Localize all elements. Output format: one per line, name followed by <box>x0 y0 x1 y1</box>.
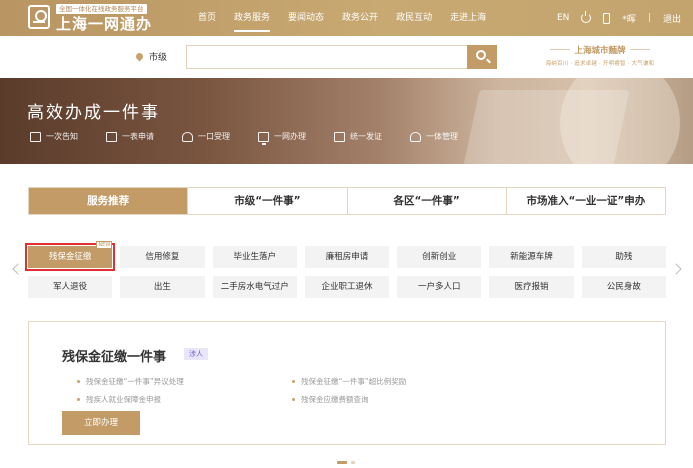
step-apply: 一表申请 <box>106 131 154 142</box>
bullet-icon <box>292 380 295 383</box>
brand-subtitle: 海纳百川 · 追求卓越 · 开明睿智 · 大气谦和 <box>545 61 655 67</box>
step-label: 统一发证 <box>350 132 382 141</box>
step-accept: 一口受理 <box>182 131 230 142</box>
service-item[interactable]: 企业职工退休 <box>304 276 390 298</box>
service-item[interactable]: 助残 <box>581 246 666 268</box>
service-item[interactable]: 毕业生落户 <box>212 246 297 268</box>
next-arrow-icon[interactable] <box>670 263 682 275</box>
header-tools: EN *晖 | 退出 <box>545 0 681 36</box>
logout-link[interactable]: 退出 <box>663 12 681 25</box>
service-item[interactable]: 残保金征缴 NEW <box>24 241 116 271</box>
detail-title: 残保金征缴一件事 <box>62 350 167 365</box>
bullet-icon <box>292 398 295 401</box>
service-item[interactable]: 创新创业 <box>397 246 482 268</box>
detail-tag: 涉人 <box>184 348 208 360</box>
related-link-label: 残疾人就业保障金申报 <box>86 395 161 404</box>
service-item[interactable]: 公民身故 <box>581 276 666 298</box>
mobile-icon[interactable] <box>603 12 611 24</box>
city-brand: 上海城市麵牌 海纳百川 · 追求卓越 · 开明睿智 · 大气谦和 <box>530 44 670 67</box>
step-issue: 统一发证 <box>334 131 382 142</box>
hero-banner: 高效办成一件事 一次告知 一表申请 一口受理 一网办理 统一发证 一体管理 <box>0 78 693 164</box>
service-items-grid: 残保金征缴 NEW 信用修复 毕业生落户 廉租房申请 创新创业 新能源车牌 助残 … <box>24 241 666 298</box>
search-icon <box>476 50 486 60</box>
service-item[interactable]: 信用修复 <box>120 246 205 268</box>
form-icon <box>106 131 117 142</box>
tab-district-level[interactable]: 各区“一件事” <box>346 188 506 214</box>
nav-home[interactable]: 首页 <box>189 0 225 36</box>
service-item[interactable]: 二手房水电气过户 <box>212 276 297 298</box>
related-link[interactable]: 残保金征缴“一件事”异议处理 <box>77 376 292 387</box>
nav-news[interactable]: 要闻动态 <box>279 0 333 36</box>
monitor-icon <box>258 131 269 145</box>
service-tabs: 服务推荐 市级“一件事” 各区“一件事” 市场准入“一业一证”申办 <box>28 187 666 215</box>
platform-tag: 全国一体化在线政务服务平台 <box>56 4 147 14</box>
manage-icon <box>410 131 421 142</box>
language-switch[interactable]: EN <box>557 13 569 23</box>
user-name[interactable]: *晖 <box>622 12 636 25</box>
brand-title: 上海城市麵牌 <box>530 44 670 56</box>
location-selector[interactable]: 市级 <box>134 50 168 63</box>
top-nav-bar: 全国一体化在线政务服务平台 上海一网通办 首页 政务服务 要闻动态 政务公开 政… <box>0 0 693 36</box>
accessibility-icon[interactable] <box>581 11 592 23</box>
nav-about-shanghai[interactable]: 走进上海 <box>441 0 495 36</box>
search-bar: 市级 上海城市麵牌 海纳百川 · 追求卓越 · 开明睿智 · 大气谦和 <box>0 36 693 78</box>
nav-interaction[interactable]: 政民互动 <box>387 0 441 36</box>
prev-arrow-icon[interactable] <box>12 263 24 275</box>
user-icon <box>182 131 193 142</box>
banner-photo-laptop <box>460 90 630 164</box>
location-label: 市级 <box>149 53 168 63</box>
bullet-icon <box>77 398 80 401</box>
related-link[interactable]: 残保金征缴“一件事”超比例奖励 <box>292 376 507 387</box>
bullet-icon <box>77 380 80 383</box>
process-steps: 一次告知 一表申请 一口受理 一网办理 统一发证 一体管理 <box>30 131 486 145</box>
main-nav: 首页 政务服务 要闻动态 政务公开 政民互动 走进上海 <box>189 0 495 36</box>
page: 全国一体化在线政务服务平台 上海一网通办 首页 政务服务 要闻动态 政务公开 政… <box>0 0 693 468</box>
step-label: 一次告知 <box>46 132 78 141</box>
related-links: 残保金征缴“一件事”异议处理 残保金征缴“一件事”超比例奖励 残疾人就业保障金申… <box>77 376 537 405</box>
apply-now-button[interactable]: 立即办理 <box>62 411 140 435</box>
nav-public-affairs[interactable]: 政务公开 <box>333 0 387 36</box>
pager-dot[interactable] <box>351 461 355 464</box>
site-title[interactable]: 上海一网通办 <box>56 15 152 33</box>
service-item[interactable]: 军人退役 <box>28 276 113 298</box>
logo-icon[interactable] <box>28 5 50 29</box>
new-badge: NEW <box>96 241 113 249</box>
carousel-pager <box>337 461 359 464</box>
service-item[interactable]: 出生 <box>120 276 205 298</box>
step-label: 一网办理 <box>274 132 306 141</box>
search-button[interactable] <box>467 45 497 69</box>
step-label: 一体管理 <box>426 132 458 141</box>
service-item[interactable]: 廉租房申请 <box>304 246 390 268</box>
step-manage: 一体管理 <box>410 131 458 142</box>
related-link-label: 残保金应缴费额查询 <box>301 395 369 404</box>
banner-title: 高效办成一件事 <box>27 103 160 123</box>
certificate-icon <box>334 131 345 142</box>
service-detail-panel: 残保金征缴一件事 涉人 残保金征缴“一件事”异议处理 残保金征缴“一件事”超比例… <box>28 321 666 445</box>
tab-city-level[interactable]: 市级“一件事” <box>187 188 346 214</box>
service-item[interactable]: 新能源车牌 <box>489 246 574 268</box>
tab-market-access[interactable]: 市场准入“一业一证”申办 <box>505 188 665 214</box>
related-link[interactable]: 残疾人就业保障金申报 <box>77 394 292 405</box>
pager-dot-active[interactable] <box>337 461 347 464</box>
step-label: 一口受理 <box>198 132 230 141</box>
envelope-icon <box>30 131 41 142</box>
step-inform: 一次告知 <box>30 131 78 142</box>
service-item[interactable]: 医疗报销 <box>489 276 574 298</box>
search-input[interactable] <box>186 45 467 69</box>
service-item-label: 残保金征缴 <box>48 252 92 262</box>
service-item[interactable]: 一户多人口 <box>397 276 482 298</box>
divider: | <box>647 13 651 23</box>
related-link-label: 残保金征缴“一件事”超比例奖励 <box>301 377 407 386</box>
nav-government-services[interactable]: 政务服务 <box>225 0 279 36</box>
step-process: 一网办理 <box>258 131 306 145</box>
step-label: 一表申请 <box>122 132 154 141</box>
related-link-label: 残保金征缴“一件事”异议处理 <box>86 377 184 386</box>
tab-recommended[interactable]: 服务推荐 <box>29 188 188 214</box>
location-pin-icon <box>134 51 145 62</box>
related-link[interactable]: 残保金应缴费额查询 <box>292 394 507 405</box>
